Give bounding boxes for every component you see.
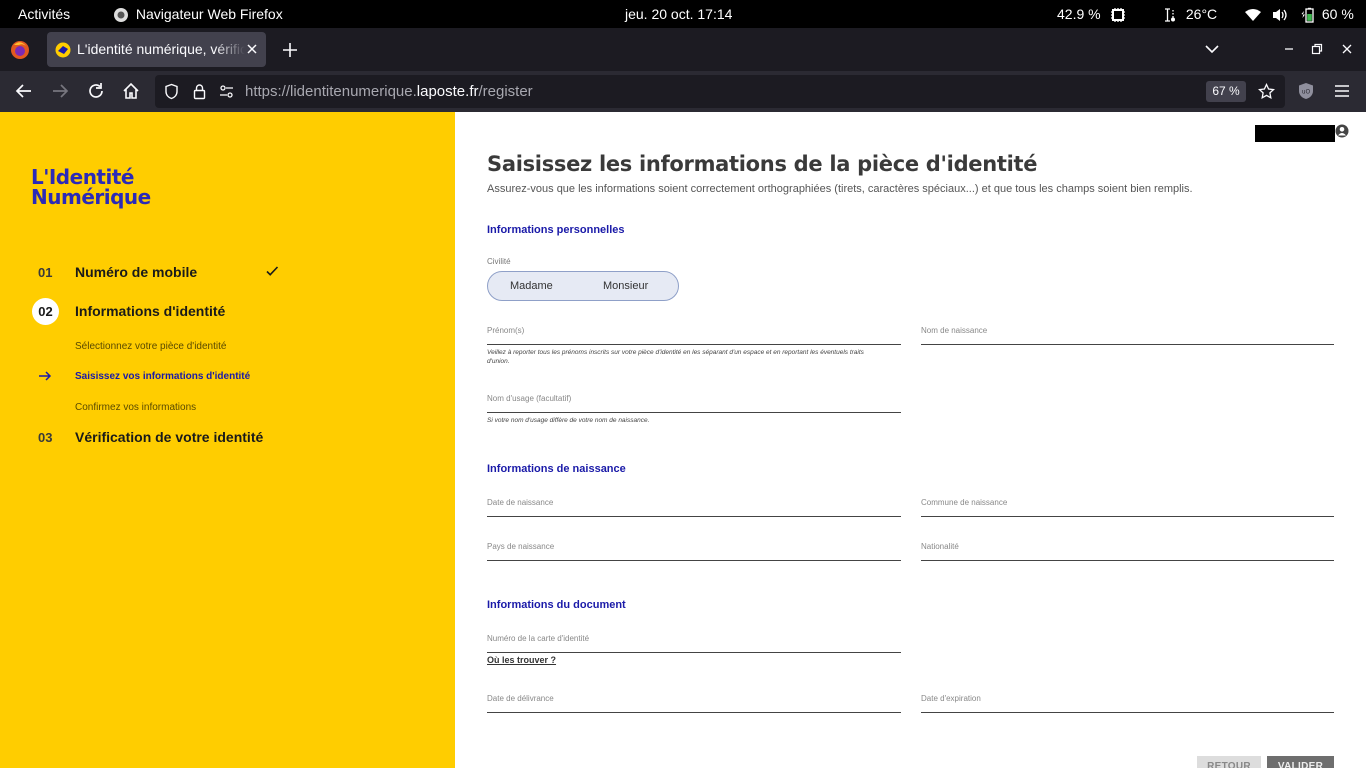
thermometer-icon [1165,8,1175,22]
step-1-number: 01 [38,265,53,280]
reload-icon[interactable] [86,81,106,101]
birth-name-field[interactable]: Nom de naissance [921,323,1334,345]
civility-monsieur-option[interactable]: Monsieur [603,272,648,300]
clock[interactable]: jeu. 20 oct. 17:14 [625,0,732,28]
first-names-field[interactable]: Prénom(s) [487,323,901,345]
nationality-label: Nationalité [921,542,959,551]
birth-name-label: Nom de naissance [921,326,988,335]
civility-madame-option[interactable]: Madame [510,272,553,300]
first-names-label: Prénom(s) [487,326,525,335]
issue-date-label: Date de délivrance [487,694,554,703]
birth-country-label: Pays de naissance [487,542,555,551]
logo-line-2: Numérique [31,185,151,209]
tab-title: L'identité numérique, vérification [77,41,245,57]
step-2-number: 02 [32,298,59,325]
tab-strip: L'identité numérique, vérification [0,28,1366,71]
volume-icon[interactable] [1271,0,1289,28]
laposte-favicon-icon [55,42,71,58]
page-title: Saisissez les informations de la pièce d… [487,152,1038,176]
permissions-icon[interactable] [218,83,235,100]
firefox-menu-icon[interactable] [10,40,30,60]
substep-select-document: Sélectionnez votre pièce d'identité [75,341,227,352]
birth-city-label: Commune de naissance [921,498,1008,507]
firefox-app-icon [114,8,128,23]
step-3-title: Vérification de votre identité [75,429,264,445]
ublock-extension-icon[interactable]: uO [1296,81,1316,101]
tracking-shield-icon[interactable] [163,83,180,100]
battery-level: 60 % [1321,6,1354,22]
substep-confirm-information: Confirmez vos informations [75,402,197,413]
substep-enter-information: Saisissez vos informations d'identité [75,371,251,382]
identite-numerique-logo[interactable]: L'Identité Numérique [31,167,151,207]
navigation-bar: https://lidentitenumerique.laposte.fr/re… [0,71,1366,112]
id-number-field[interactable]: Numéro de la carte d'identité [487,631,901,653]
minimize-icon[interactable] [1281,41,1297,57]
close-window-icon[interactable] [1339,41,1355,57]
new-tab-icon[interactable] [281,41,299,59]
usage-name-label: Nom d'usage (facultatif) [487,394,572,403]
expiry-date-field[interactable]: Date d'expiration [921,691,1334,713]
url-path: /register [478,83,533,100]
civility-toggle: Madame Monsieur [487,271,679,301]
app-menu[interactable]: Navigateur Web Firefox [113,0,283,28]
close-tab-icon[interactable] [244,41,260,57]
step-1-title: Numéro de mobile [75,264,198,280]
back-arrow-icon[interactable] [14,81,34,101]
activities-button[interactable]: Activités [18,0,70,28]
temperature-indicator[interactable]: 26°C [1163,0,1217,28]
cpu-indicator[interactable]: 42.9 % [1057,0,1126,28]
birth-city-field[interactable]: Commune de naissance [921,495,1334,517]
section-birth-info: Informations de naissance [487,463,626,475]
forward-arrow-icon[interactable] [50,81,70,101]
lock-icon[interactable] [191,83,208,100]
section-document-info: Informations du document [487,599,626,611]
system-top-bar: Activités Navigateur Web Firefox jeu. 20… [0,0,1366,28]
logo-line-1: L'Identité [31,165,134,189]
id-number-label: Numéro de la carte d'identité [487,634,590,643]
temperature-value: 26°C [1185,6,1218,22]
url-bar[interactable]: https://lidentitenumerique.laposte.fr/re… [155,75,1285,108]
identity-form-panel: Saisissez les informations de la pièce d… [455,112,1366,768]
wifi-icon[interactable] [1244,0,1262,28]
hamburger-menu-icon[interactable] [1332,81,1352,101]
step-2-title: Informations d'identité [75,303,226,319]
svg-text:uO: uO [1302,89,1311,96]
submit-button[interactable]: VALIDER [1267,756,1334,768]
cpu-icon [1111,8,1126,23]
nationality-field[interactable]: Nationalité [921,539,1334,561]
usage-name-hint: Si votre nom d'usage diffère de votre no… [487,417,650,424]
cpu-usage: 42.9 % [1057,6,1101,22]
civility-label: Civilité [487,257,511,266]
bookmark-star-icon[interactable] [1258,83,1275,100]
progress-sidebar: L'Identité Numérique 01 Numéro de mobile… [0,112,455,768]
zoom-indicator[interactable]: 67 % [1206,81,1246,102]
step-3-number: 03 [38,430,53,445]
redacted-username [1255,125,1335,142]
user-account-icon[interactable] [1335,124,1349,138]
birth-country-field[interactable]: Pays de naissance [487,539,901,561]
home-icon[interactable] [121,81,141,101]
current-substep-arrow-icon [39,371,52,381]
battery-indicator[interactable]: 60 % [1300,0,1354,28]
list-tabs-chevron-down-icon[interactable] [1204,41,1220,57]
restore-icon[interactable] [1309,41,1325,57]
app-name: Navigateur Web Firefox [135,6,283,22]
tab-active[interactable]: L'identité numérique, vérification [47,32,266,67]
first-names-hint: Veillez à reporter tous les prénoms insc… [487,349,864,365]
birth-date-label: Date de naissance [487,498,554,507]
usage-name-field[interactable]: Nom d'usage (facultatif) [487,391,901,413]
url-base: https://lidentitenumerique. [245,83,417,100]
battery-charging-icon [1301,8,1314,23]
url-text[interactable]: https://lidentitenumerique.laposte.fr/re… [245,75,533,108]
birth-date-field[interactable]: Date de naissance [487,495,901,517]
page-subtitle: Assurez-vous que les informations soient… [487,183,1193,195]
where-to-find-link[interactable]: Où les trouver ? [487,655,556,665]
back-button[interactable]: RETOUR [1197,756,1261,768]
step-complete-check-icon [266,266,279,276]
issue-date-field[interactable]: Date de délivrance [487,691,901,713]
expiry-date-label: Date d'expiration [921,694,981,703]
section-personal-info: Informations personnelles [487,224,625,236]
url-domain: laposte.fr [416,83,479,100]
